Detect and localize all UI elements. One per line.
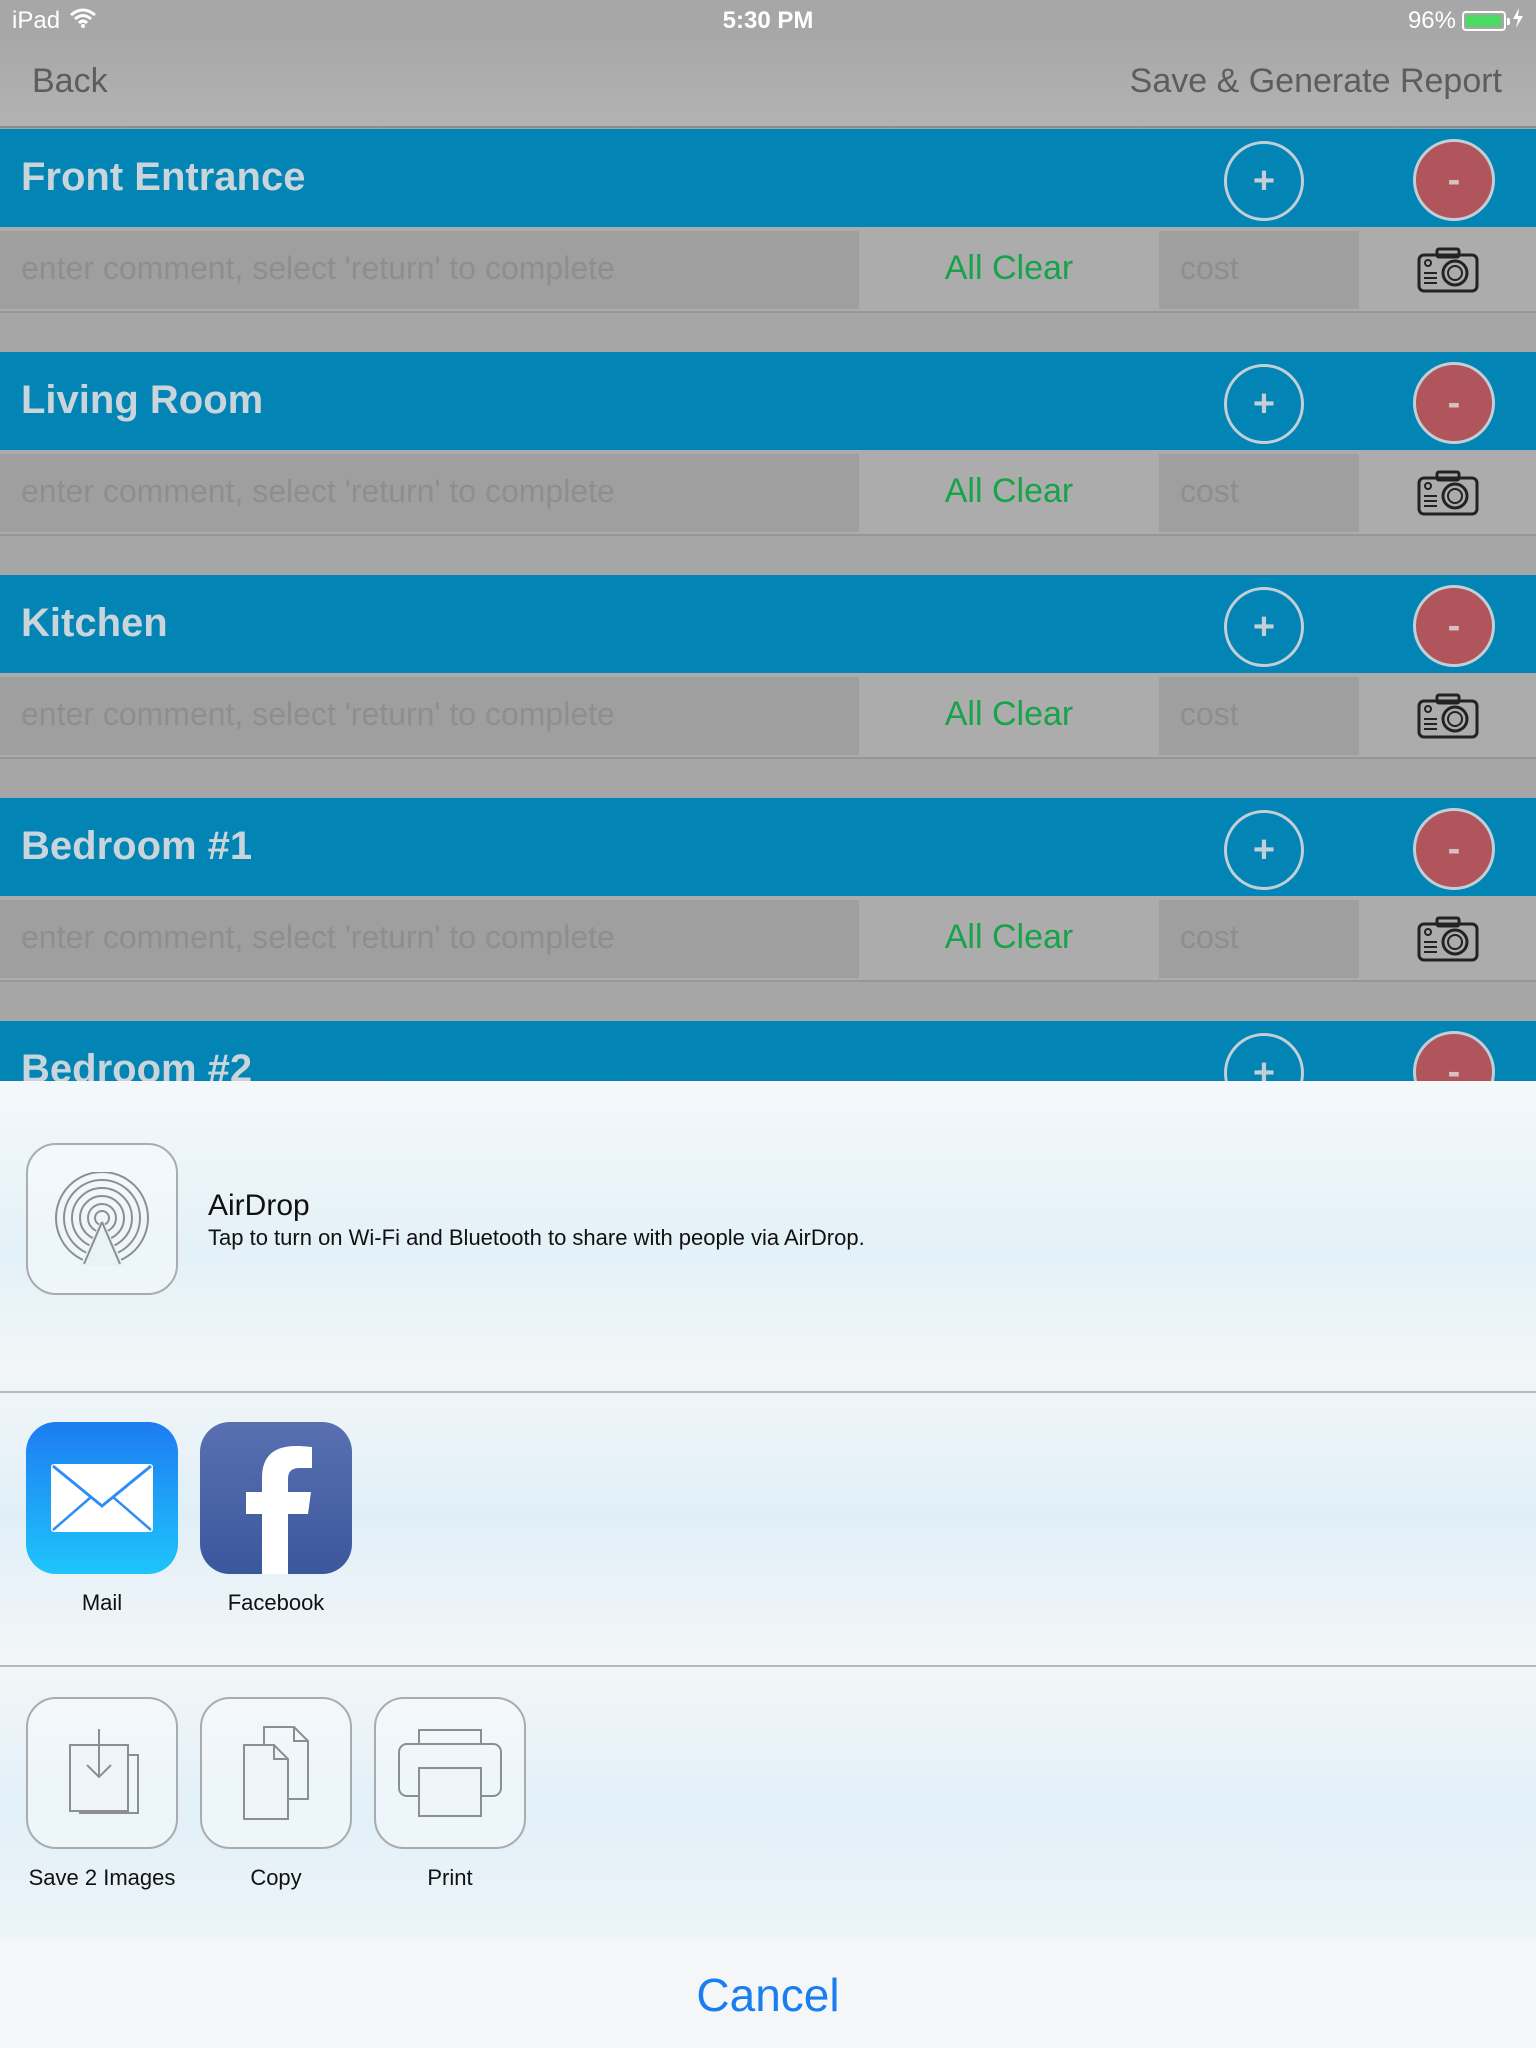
all-clear-toggle[interactable]: All Clear: [860, 231, 1158, 309]
battery-fill: [1466, 15, 1501, 27]
section-living-room: Living Room + - enter comment, select 'r…: [0, 352, 1536, 575]
section-bedroom-1: Bedroom #1 + - enter comment, select 're…: [0, 798, 1536, 1021]
divider: [0, 1391, 1536, 1393]
item-row: enter comment, select 'return' to comple…: [0, 896, 1536, 982]
remove-section-button[interactable]: -: [1413, 585, 1495, 667]
section-bedroom-2: Bedroom #2 + -: [0, 1021, 1536, 1081]
airdrop-icon[interactable]: [26, 1143, 178, 1295]
section-header: Bedroom #1 + -: [0, 798, 1536, 896]
all-clear-toggle[interactable]: All Clear: [860, 677, 1158, 755]
add-item-button[interactable]: +: [1224, 364, 1304, 444]
nav-bar: Back Save & Generate Report: [0, 40, 1536, 128]
section-header: Bedroom #2 + -: [0, 1021, 1536, 1081]
facebook-label: Facebook: [227, 1590, 325, 1615]
item-row: enter comment, select 'return' to comple…: [0, 227, 1536, 313]
airdrop-description: Tap to turn on Wi-Fi and Bluetooth to sh…: [208, 1225, 865, 1250]
item-row: enter comment, select 'return' to comple…: [0, 450, 1536, 536]
copy-icon: [200, 1697, 352, 1849]
save-images-label: Save 2 Images: [28, 1865, 176, 1890]
save-generate-report-button[interactable]: Save & Generate Report: [1130, 62, 1502, 101]
share-facebook-button[interactable]: Facebook: [200, 1422, 352, 1616]
section-kitchen: Kitchen + - enter comment, select 'retur…: [0, 575, 1536, 798]
mail-icon: [26, 1422, 178, 1574]
comment-input[interactable]: enter comment, select 'return' to comple…: [0, 231, 859, 309]
cost-input[interactable]: cost: [1159, 231, 1359, 309]
camera-icon[interactable]: [1360, 231, 1536, 309]
facebook-icon: [200, 1422, 352, 1574]
battery-icon: [1462, 11, 1510, 31]
share-sheet: AirDrop Tap to turn on Wi-Fi and Bluetoo…: [0, 1081, 1536, 2048]
remove-section-button[interactable]: -: [1413, 1031, 1495, 1081]
comment-input[interactable]: enter comment, select 'return' to comple…: [0, 454, 859, 532]
camera-icon[interactable]: [1360, 677, 1536, 755]
print-icon: [374, 1697, 526, 1849]
copy-button[interactable]: Copy: [200, 1697, 352, 1891]
status-right: 96%: [1408, 7, 1524, 35]
remove-section-button[interactable]: -: [1413, 808, 1495, 890]
add-item-button[interactable]: +: [1224, 1033, 1304, 1081]
airdrop-title: AirDrop: [208, 1189, 310, 1222]
add-item-button[interactable]: +: [1224, 810, 1304, 890]
battery-percent: 96%: [1407, 7, 1456, 34]
section-title: Bedroom #2: [21, 1047, 253, 1081]
section-title: Front Entrance: [21, 155, 306, 199]
back-button[interactable]: Back: [32, 62, 108, 101]
section-header: Living Room + -: [0, 352, 1536, 450]
section-title: Kitchen: [21, 601, 168, 645]
comment-input[interactable]: enter comment, select 'return' to comple…: [0, 677, 859, 755]
item-row: enter comment, select 'return' to comple…: [0, 673, 1536, 759]
save-images-icon: [26, 1697, 178, 1849]
copy-label: Copy: [250, 1865, 302, 1890]
remove-section-button[interactable]: -: [1413, 139, 1495, 221]
section-title: Living Room: [21, 378, 264, 422]
cancel-button[interactable]: Cancel: [0, 1937, 1536, 2048]
cost-input[interactable]: cost: [1159, 677, 1359, 755]
print-label: Print: [427, 1865, 473, 1890]
all-clear-toggle[interactable]: All Clear: [860, 454, 1158, 532]
mail-label: Mail: [81, 1590, 123, 1615]
section-header: Front Entrance + -: [0, 129, 1536, 227]
save-images-button[interactable]: Save 2 Images: [26, 1697, 178, 1891]
charging-bolt-icon: [1512, 7, 1524, 35]
status-time: 5:30 PM: [722, 7, 814, 34]
cost-input[interactable]: cost: [1159, 900, 1359, 978]
print-button[interactable]: Print: [374, 1697, 526, 1891]
status-bar: iPad 5:30 PM 96%: [0, 0, 1536, 40]
section-front-entrance: Front Entrance + - enter comment, select…: [0, 129, 1536, 352]
section-header: Kitchen + -: [0, 575, 1536, 673]
all-clear-toggle[interactable]: All Clear: [860, 900, 1158, 978]
camera-icon[interactable]: [1360, 900, 1536, 978]
divider: [0, 1665, 1536, 1667]
room-sections: Front Entrance + - enter comment, select…: [0, 129, 1536, 1081]
share-mail-button[interactable]: Mail: [26, 1422, 178, 1616]
add-item-button[interactable]: +: [1224, 587, 1304, 667]
cost-input[interactable]: cost: [1159, 454, 1359, 532]
remove-section-button[interactable]: -: [1413, 362, 1495, 444]
camera-icon[interactable]: [1360, 454, 1536, 532]
add-item-button[interactable]: +: [1224, 141, 1304, 221]
section-title: Bedroom #1: [21, 824, 253, 868]
comment-input[interactable]: enter comment, select 'return' to comple…: [0, 900, 859, 978]
